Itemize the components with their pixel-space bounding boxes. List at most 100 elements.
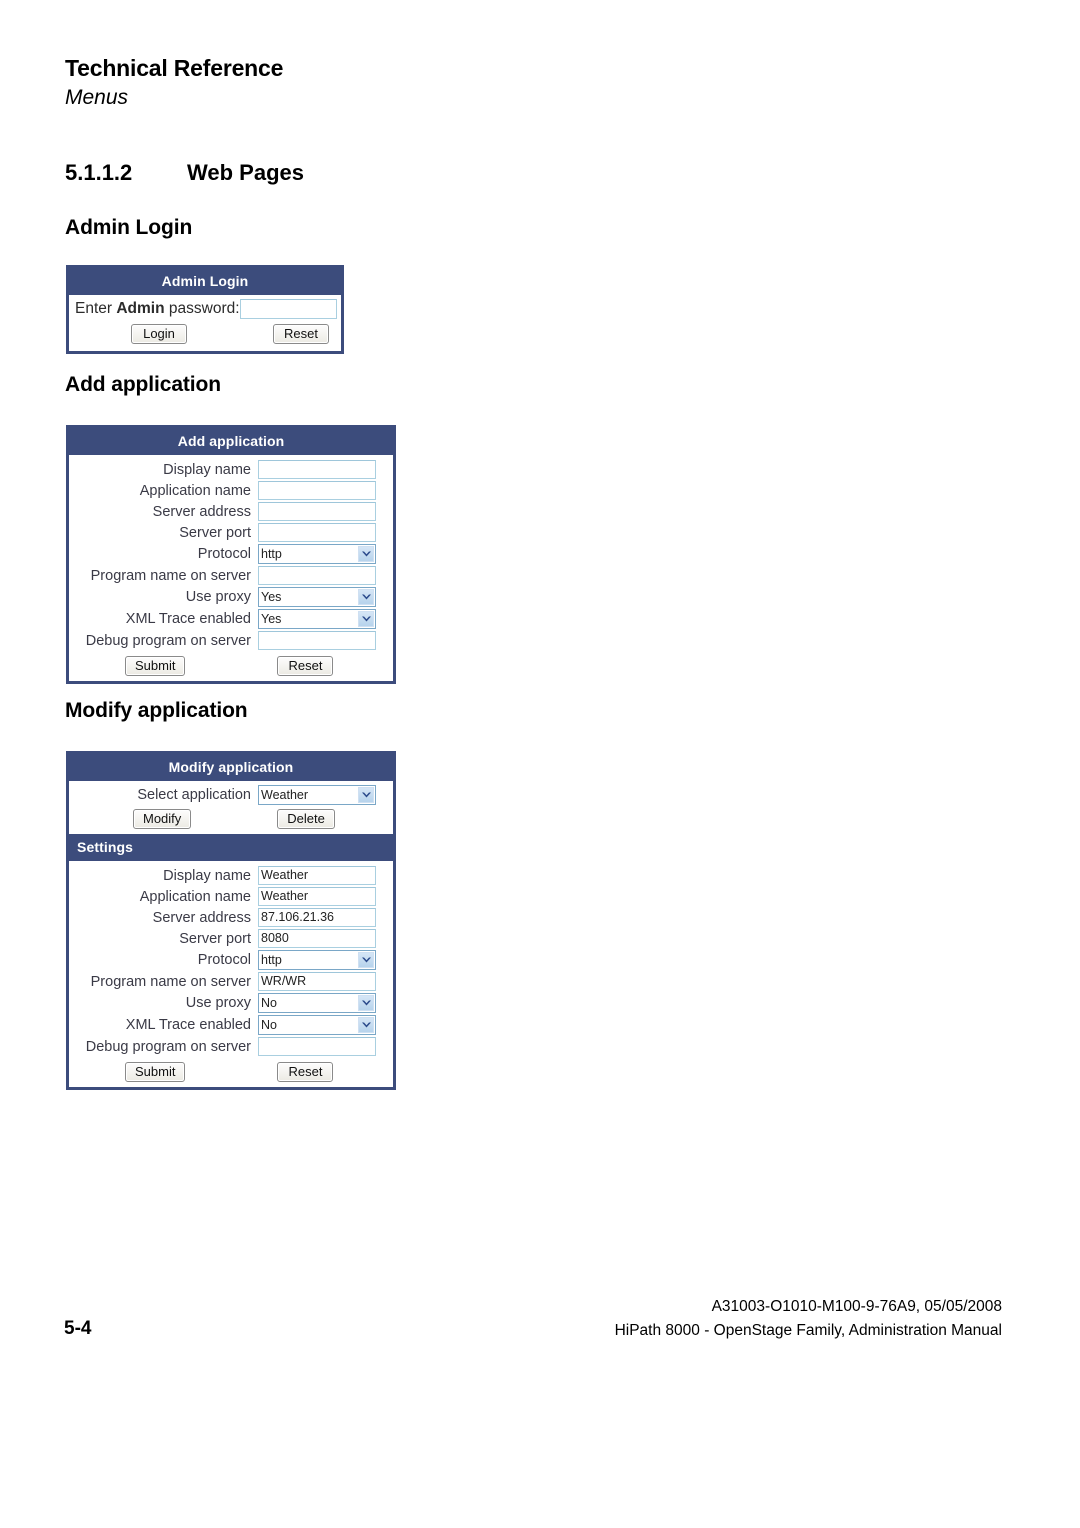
select-application-value: Weather (261, 788, 309, 802)
chevron-down-icon (358, 1017, 374, 1033)
form-row: Program name on server (69, 565, 393, 586)
modify-application-dropdown-value-7: No (261, 1018, 277, 1032)
admin-login-button-row: Login Reset (73, 321, 337, 347)
modify-application-label-2: Server address (152, 909, 251, 926)
add-application-form: Add application Display name Application … (66, 425, 396, 684)
modify-application-fields: Display name Weather Application name Weath… (69, 861, 393, 1059)
add-application-form-title: Add application (69, 428, 393, 455)
modify-application-dropdown-value-4: http (261, 953, 282, 967)
add-application-dropdown-value-7: Yes (261, 612, 282, 626)
modify-application-label-3: Server port (179, 930, 251, 947)
admin-password-label: Enter Admin password: (75, 300, 240, 317)
running-head: Technical Reference Menus (65, 55, 965, 111)
add-application-input-0[interactable] (258, 460, 376, 479)
modify-application-label-1: Application name (139, 888, 251, 905)
chevron-down-icon (358, 952, 374, 968)
modify-button[interactable]: Modify (133, 809, 192, 829)
modify-application-submit-button[interactable]: Submit (125, 1062, 186, 1082)
select-application-label: Select application (137, 787, 251, 803)
select-application-dropdown[interactable]: Weather (258, 785, 376, 805)
modify-application-form-title: Modify application (69, 754, 393, 781)
subheading-add-application: Add application (65, 373, 222, 396)
section-heading: 5.1.1.2 Web Pages (65, 160, 865, 186)
add-application-input-1[interactable] (258, 481, 376, 500)
add-application-fields: Display name Application name Server addre… (69, 455, 393, 653)
add-application-label-4: Protocol (197, 546, 251, 562)
add-application-label-5: Program name on server (90, 567, 251, 584)
form-row: Use proxy Yes (69, 586, 393, 608)
footer-page-number: 5-4 (64, 1318, 92, 1339)
form-row: Server port 8080 (69, 928, 393, 949)
settings-section-title: Settings (69, 834, 393, 861)
chevron-down-icon (358, 546, 374, 562)
running-head-title: Technical Reference (65, 55, 284, 81)
modify-application-dropdown-7[interactable]: No (258, 1015, 376, 1035)
footer-doc-id: A31003-O1010-M100-9-76A9, 05/05/2008 (711, 1298, 1002, 1315)
modify-application-dropdown-4[interactable]: http (258, 950, 376, 970)
add-application-input-3[interactable] (258, 523, 376, 542)
chevron-down-icon (358, 787, 374, 803)
modify-application-input-1[interactable]: Weather (258, 887, 376, 906)
add-application-button-row: Submit Reset (69, 653, 393, 681)
modify-application-label-6: Use proxy (185, 995, 251, 1011)
chevron-down-icon (358, 589, 374, 605)
admin-password-input[interactable] (239, 299, 337, 319)
add-application-label-6: Use proxy (185, 589, 251, 605)
modify-application-form: Modify application Select application We… (66, 751, 396, 1090)
modify-application-label-4: Protocol (197, 952, 251, 968)
form-row: Server address (69, 501, 393, 522)
add-application-input-8[interactable] (258, 631, 376, 650)
admin-login-form-title: Admin Login (69, 268, 341, 295)
modify-application-button-row: Submit Reset (69, 1059, 393, 1087)
add-application-input-2[interactable] (258, 502, 376, 521)
admin-login-form: Admin Login Enter Admin password: Login … (66, 265, 344, 354)
section-number: 5.1.1.2 (65, 160, 133, 185)
add-application-dropdown-6[interactable]: Yes (258, 587, 376, 607)
modify-application-input-3[interactable]: 8080 (258, 929, 376, 948)
form-row: Debug program on server (69, 630, 393, 651)
subheading-modify-application: Modify application (65, 699, 248, 722)
modify-application-label-7: XML Trace enabled (125, 1017, 251, 1033)
subheading-admin-login: Admin Login (65, 216, 193, 239)
form-row: XML Trace enabled Yes (69, 608, 393, 630)
add-application-label-2: Server address (152, 503, 251, 520)
form-row: Display name (69, 459, 393, 480)
form-row: Program name on server WR/WR (69, 971, 393, 992)
add-application-dropdown-value-4: http (261, 547, 282, 561)
add-application-label-7: XML Trace enabled (125, 611, 251, 627)
modify-application-top-button-row: Modify Delete (69, 806, 393, 832)
admin-login-reset-button[interactable]: Reset (273, 324, 329, 344)
add-application-dropdown-value-6: Yes (261, 590, 282, 604)
admin-password-row: Enter Admin password: (73, 297, 337, 321)
modify-application-input-5[interactable]: WR/WR (258, 972, 376, 991)
select-application-row: Select application Weather (69, 784, 393, 806)
add-application-dropdown-4[interactable]: http (258, 544, 376, 564)
add-application-reset-button[interactable]: Reset (277, 656, 334, 676)
form-row: Debug program on server (69, 1036, 393, 1057)
add-application-label-1: Application name (139, 482, 251, 499)
modify-application-input-2[interactable]: 87.106.21.36 (258, 908, 376, 927)
add-application-submit-button[interactable]: Submit (125, 656, 186, 676)
form-row: Display name Weather (69, 865, 393, 886)
form-row: Protocol http (69, 949, 393, 971)
form-row: Application name (69, 480, 393, 501)
modify-application-input-0[interactable]: Weather (258, 866, 376, 885)
modify-application-label-0: Display name (163, 867, 251, 884)
footer-document-info: A31003-O1010-M100-9-76A9, 05/05/2008 HiP… (615, 1295, 1002, 1343)
form-row: Application name Weather (69, 886, 393, 907)
running-head-subtitle: Menus (65, 85, 129, 109)
modify-application-dropdown-value-6: No (261, 996, 277, 1010)
modify-application-dropdown-6[interactable]: No (258, 993, 376, 1013)
modify-application-label-5: Program name on server (90, 973, 251, 990)
login-button[interactable]: Login (131, 324, 187, 344)
add-application-label-3: Server port (179, 524, 251, 541)
form-row: Server port (69, 522, 393, 543)
add-application-dropdown-7[interactable]: Yes (258, 609, 376, 629)
add-application-input-5[interactable] (258, 566, 376, 585)
chevron-down-icon (358, 611, 374, 627)
delete-button[interactable]: Delete (277, 809, 335, 829)
chevron-down-icon (358, 995, 374, 1011)
modify-application-reset-button[interactable]: Reset (277, 1062, 334, 1082)
footer-doc-title: HiPath 8000 - OpenStage Family, Administ… (614, 1322, 1002, 1340)
modify-application-input-8[interactable] (258, 1037, 376, 1056)
